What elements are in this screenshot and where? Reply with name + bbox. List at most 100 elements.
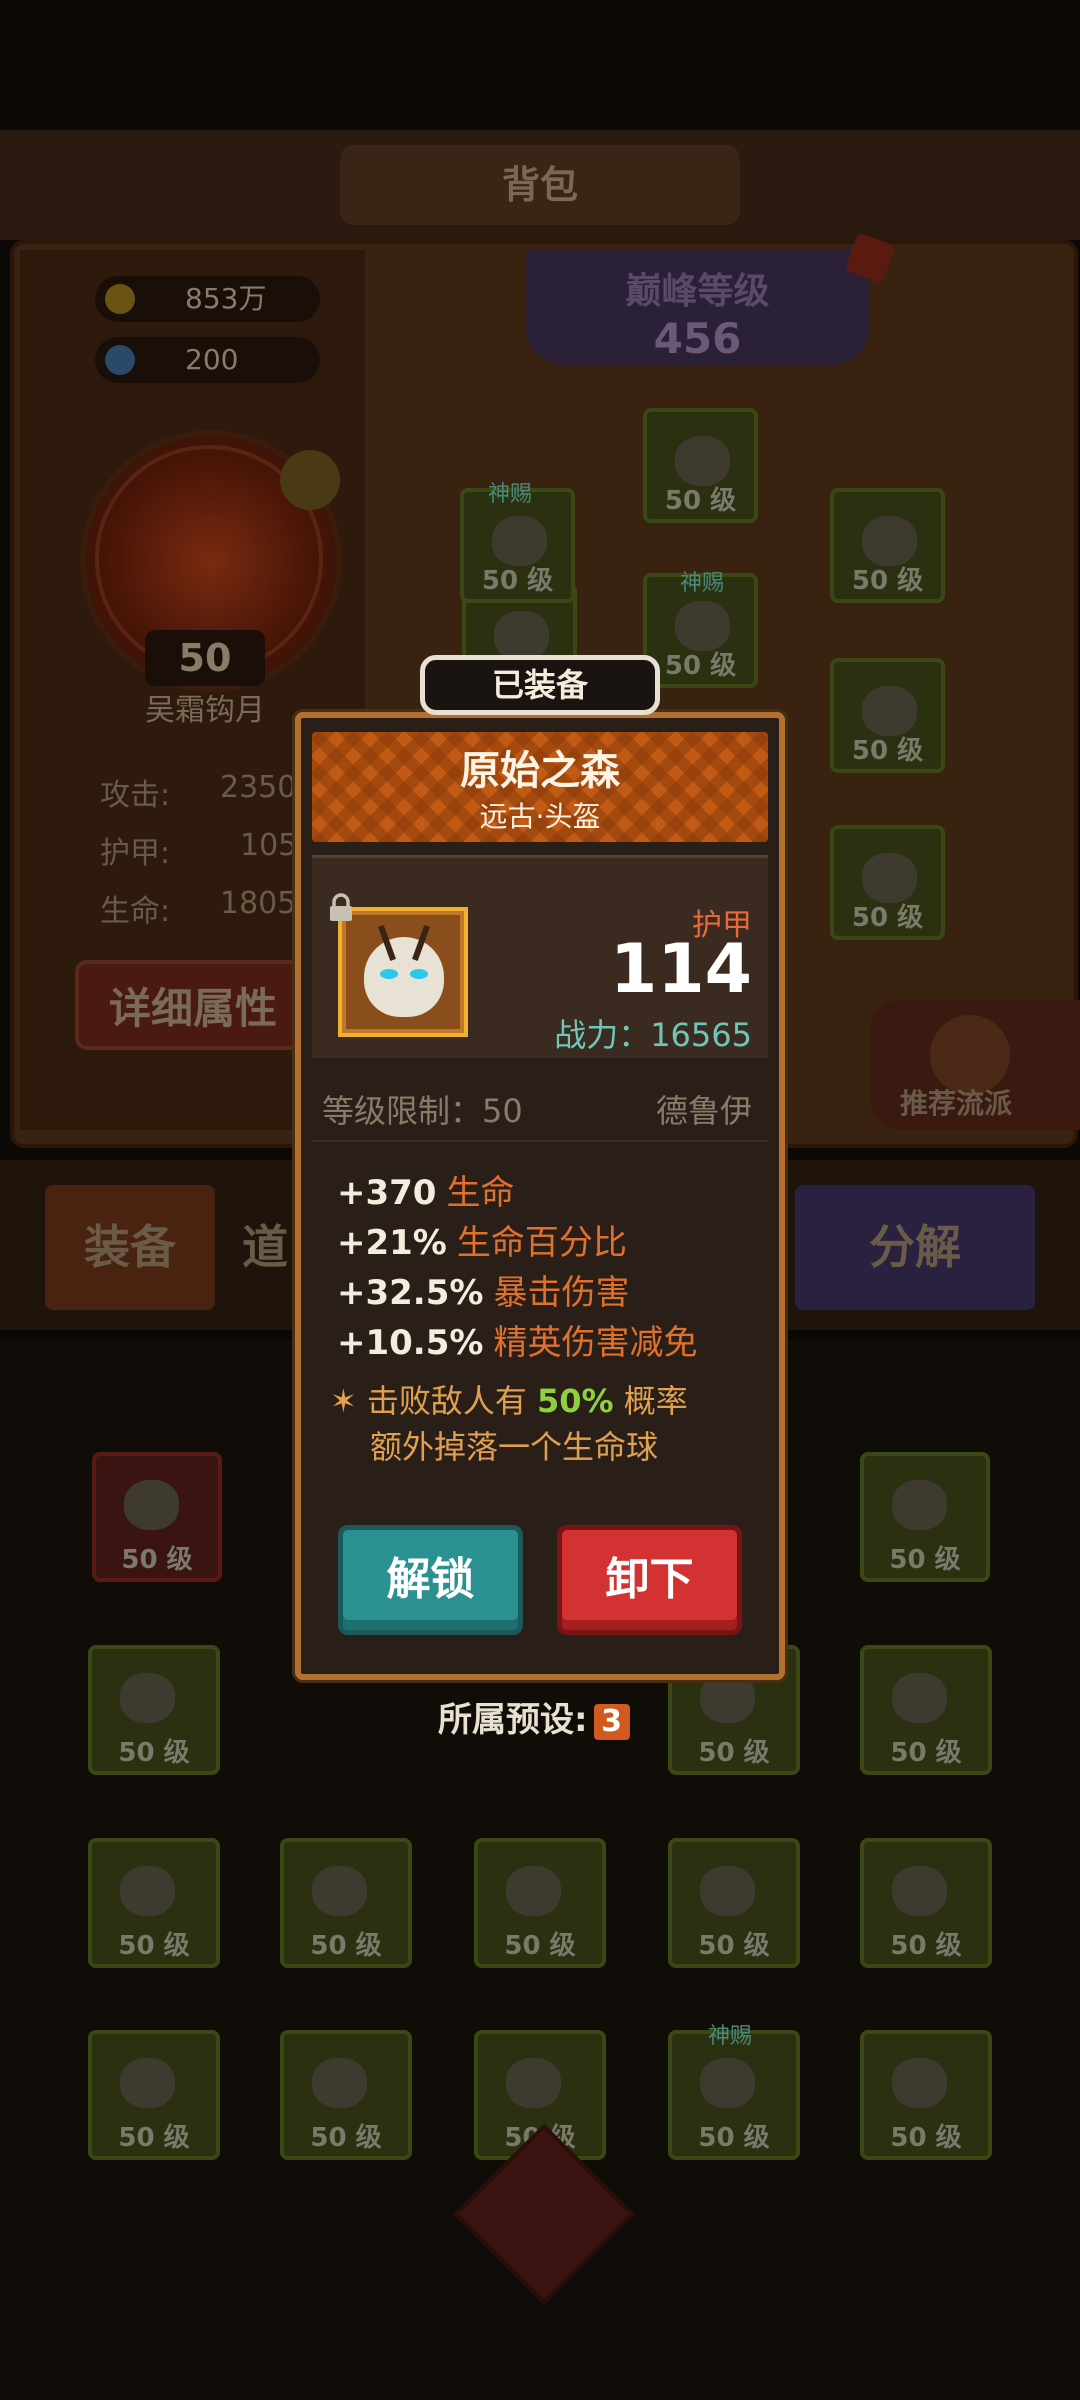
preset-label: 所属预设: xyxy=(438,1700,588,1740)
mask-eye-left xyxy=(380,969,398,979)
helmet-icon xyxy=(700,2058,755,2108)
helmet-icon xyxy=(892,2058,947,2108)
equip-slot-right[interactable]: 50 级 xyxy=(830,488,945,603)
character-level: 50 xyxy=(145,630,265,686)
boots-icon xyxy=(312,2058,367,2108)
equipped-tag: 已装备 xyxy=(420,655,660,715)
stat-armor-value: 105 xyxy=(240,828,298,863)
unequip-button[interactable]: 卸下 xyxy=(557,1525,742,1635)
stat-attack-label: 攻击: xyxy=(100,778,171,813)
inventory-item[interactable]: 50 级 xyxy=(88,1645,220,1775)
tab-items[interactable]: 道 xyxy=(230,1185,300,1310)
bracer-icon xyxy=(862,516,917,566)
antler-left xyxy=(378,925,396,961)
inventory-item[interactable]: 50 级 xyxy=(860,1645,992,1775)
peak-level-title: 巅峰等级 xyxy=(625,271,770,312)
gem-amount: 200 xyxy=(185,343,239,376)
god-tag-chest: 神赐 xyxy=(680,571,725,596)
preset-number[interactable]: 3 xyxy=(593,1704,630,1740)
item-name: 原始之森 xyxy=(460,748,620,794)
attribute-row: +370 生命 xyxy=(337,1165,514,1214)
boots-icon xyxy=(124,1480,179,1530)
stat-type-value: 114 xyxy=(610,930,752,1009)
attribute-name: 精英伤害减免 xyxy=(493,1323,698,1363)
level-requirement: 等级限制：50 xyxy=(322,1092,523,1130)
pants-icon xyxy=(700,1866,755,1916)
special-mid: 概率 xyxy=(623,1382,688,1420)
attribute-row: +32.5% 暴击伤害 xyxy=(337,1265,629,1314)
attribute-name: 暴击伤害 xyxy=(493,1273,630,1313)
class-requirement: 德鲁伊 xyxy=(655,1092,752,1130)
helmet-icon xyxy=(494,611,549,661)
inventory-item[interactable]: 50 级 xyxy=(92,1452,222,1582)
gloves-icon xyxy=(700,1673,755,1723)
special-line2: 额外掉落一个生命球 xyxy=(370,1428,659,1466)
equip-slot-ring[interactable]: 50 级 xyxy=(830,658,945,773)
recommend-build-button[interactable]: 推荐流派 xyxy=(870,1000,1080,1130)
special-prefix: 击败敌人有 xyxy=(366,1382,527,1420)
stat-armor-label: 护甲: xyxy=(100,836,171,871)
attribute-name: 生命 xyxy=(446,1173,515,1213)
divider xyxy=(312,1140,768,1142)
swap-character-icon[interactable] xyxy=(280,450,340,510)
attribute-name: 生命百分比 xyxy=(456,1223,627,1263)
boots-icon xyxy=(120,2058,175,2108)
peak-level-value: 456 xyxy=(653,314,742,363)
stat-hp-value: 1805 xyxy=(220,886,297,921)
inventory-item[interactable]: 50 级 xyxy=(860,2030,992,2160)
boots-icon xyxy=(506,2058,561,2108)
attribute-value: +10.5% xyxy=(337,1323,484,1363)
attribute-value: +370 xyxy=(337,1173,437,1213)
unlock-button[interactable]: 解锁 xyxy=(338,1525,523,1635)
equip-slot-amulet[interactable]: 50 级 xyxy=(830,825,945,940)
pants-icon xyxy=(892,1480,947,1530)
gem-counter: 200 xyxy=(95,337,320,383)
combat-power: 战力：16565 xyxy=(554,1016,752,1054)
pants-icon xyxy=(506,1866,561,1916)
gold-amount: 853万 xyxy=(185,282,267,315)
stat-attack-value: 2350 xyxy=(220,770,297,805)
shoulder-icon xyxy=(120,1673,175,1723)
god-tag-left: 神赐 xyxy=(488,482,533,507)
item-type: 远古·头盔 xyxy=(479,800,601,833)
item-icon-frame xyxy=(338,907,468,1037)
gloves-icon xyxy=(892,1673,947,1723)
pants-icon xyxy=(312,1866,367,1916)
star-icon: ✶ xyxy=(330,1382,357,1420)
inventory-item[interactable]: 50 级 xyxy=(860,1838,992,1968)
detail-attributes-button[interactable]: 详细属性 xyxy=(75,960,315,1050)
pants-icon xyxy=(892,1866,947,1916)
attribute-row: +10.5% 精英伤害减免 xyxy=(337,1315,697,1364)
peak-level-panel[interactable]: 巅峰等级 456 xyxy=(525,250,870,365)
inventory-item[interactable]: 50 级 xyxy=(280,2030,412,2160)
inventory-item[interactable]: 50 级 xyxy=(668,1838,800,1968)
inventory-item[interactable]: 50 级 xyxy=(280,1838,412,1968)
mask-eye-right xyxy=(410,969,428,979)
ring-icon xyxy=(862,686,917,736)
chest-armor-icon xyxy=(675,601,730,651)
equip-slot-top[interactable]: 50 级 xyxy=(643,408,758,523)
special-effect: ✶ 击败敌人有 50% 概率 额外掉落一个生命球 xyxy=(330,1378,770,1470)
god-tag-item: 神赐 xyxy=(708,2024,753,2049)
gold-counter: 853万 xyxy=(95,276,320,322)
mask-icon xyxy=(675,436,730,486)
inventory-item[interactable]: 50 级 xyxy=(860,1452,990,1582)
gold-coin-icon xyxy=(105,284,135,314)
amulet-icon xyxy=(862,853,917,903)
page-title: 背包 xyxy=(340,145,740,225)
inventory-item[interactable]: 50 级 xyxy=(474,1838,606,1968)
attribute-row: +21% 生命百分比 xyxy=(337,1215,627,1264)
armor-icon xyxy=(120,1866,175,1916)
gem-icon xyxy=(105,345,135,375)
inventory-item[interactable]: 50 级 xyxy=(88,1838,220,1968)
stat-hp-label: 生命: xyxy=(100,894,171,929)
inventory-item[interactable]: 50 级 xyxy=(88,2030,220,2160)
tab-decompose[interactable]: 分解 xyxy=(795,1185,1035,1310)
special-percent: 50% xyxy=(537,1382,614,1420)
preset-info: 所属预设: 3 xyxy=(438,1692,630,1741)
lock-icon xyxy=(330,893,352,921)
antler-right xyxy=(412,925,430,961)
item-icon-bg xyxy=(346,915,460,1029)
gauntlet-icon xyxy=(492,516,547,566)
tab-equip[interactable]: 装备 xyxy=(45,1185,215,1310)
